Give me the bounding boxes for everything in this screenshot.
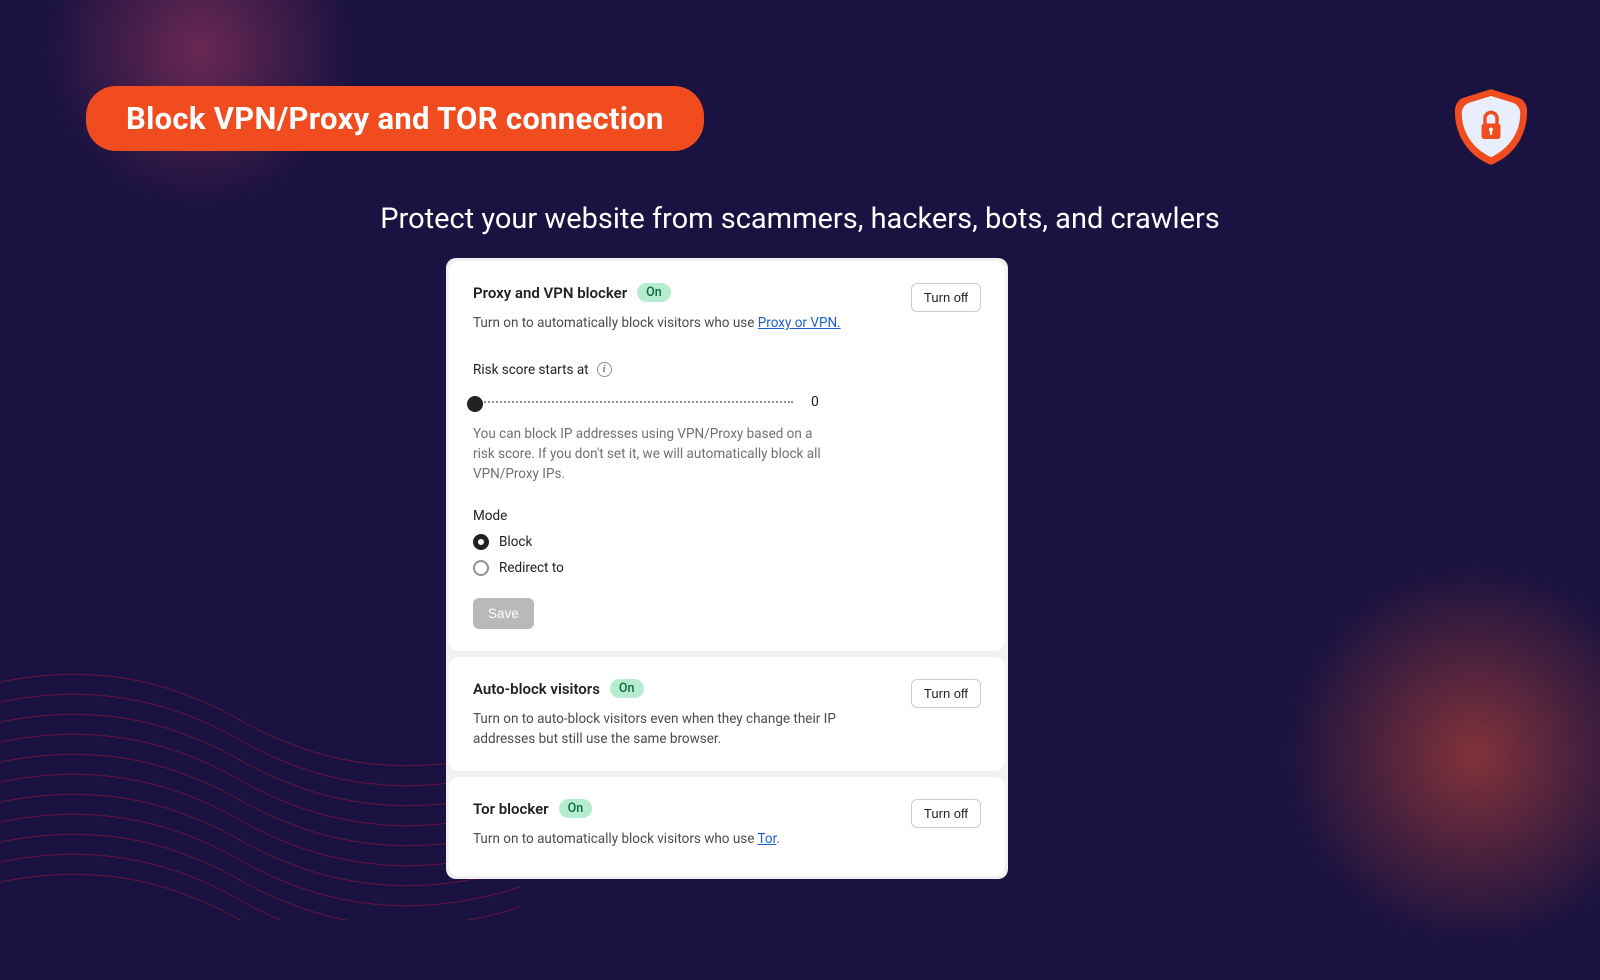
turn-off-button[interactable]: Turn off	[911, 283, 981, 312]
save-button[interactable]: Save	[473, 598, 534, 629]
proxy-vpn-link[interactable]: Proxy or VPN.	[758, 315, 841, 331]
card-description: Turn on to auto-block visitors even when…	[473, 710, 843, 749]
card-title: Proxy and VPN blocker	[473, 284, 627, 302]
card-description: Turn on to automatically block visitors …	[473, 314, 843, 334]
card-title: Tor blocker	[473, 800, 549, 818]
radio-selected-icon	[473, 534, 489, 550]
risk-score-label: Risk score starts at	[473, 362, 589, 378]
info-icon[interactable]: i	[597, 362, 612, 377]
radio-label: Block	[499, 534, 532, 550]
slider-value: 0	[811, 394, 819, 410]
background-glow-bottom-right	[1250, 530, 1600, 980]
risk-score-help-text: You can block IP addresses using VPN/Pro…	[473, 424, 833, 485]
page-title: Block VPN/Proxy and TOR connection	[126, 100, 664, 137]
shield-lock-icon	[1448, 84, 1534, 174]
mode-label: Mode	[473, 508, 981, 524]
description-suffix: .	[776, 831, 780, 847]
status-badge: On	[637, 283, 671, 302]
settings-panel: Proxy and VPN blocker On Turn off Turn o…	[446, 258, 1008, 879]
page-subtitle: Protect your website from scammers, hack…	[0, 202, 1600, 236]
card-description: Turn on to automatically block visitors …	[473, 830, 843, 850]
page-title-pill: Block VPN/Proxy and TOR connection	[86, 86, 704, 151]
tor-blocker-card: Tor blocker On Turn off Turn on to autom…	[449, 777, 1005, 876]
turn-off-button[interactable]: Turn off	[911, 799, 981, 828]
risk-score-slider[interactable]	[473, 401, 793, 403]
description-text: Turn on to automatically block visitors …	[473, 315, 758, 331]
radio-label: Redirect to	[499, 560, 564, 576]
status-badge: On	[610, 679, 644, 698]
mode-block-option[interactable]: Block	[473, 534, 981, 550]
card-title: Auto-block visitors	[473, 680, 600, 698]
proxy-vpn-blocker-card: Proxy and VPN blocker On Turn off Turn o…	[449, 261, 1005, 651]
background-wave-decoration	[0, 660, 520, 920]
radio-unselected-icon	[473, 560, 489, 576]
auto-block-visitors-card: Auto-block visitors On Turn off Turn on …	[449, 657, 1005, 771]
slider-thumb[interactable]	[467, 396, 483, 412]
description-text: Turn on to automatically block visitors …	[473, 831, 758, 847]
mode-redirect-option[interactable]: Redirect to	[473, 560, 981, 576]
status-badge: On	[559, 799, 593, 818]
turn-off-button[interactable]: Turn off	[911, 679, 981, 708]
tor-link[interactable]: Tor	[758, 831, 777, 847]
